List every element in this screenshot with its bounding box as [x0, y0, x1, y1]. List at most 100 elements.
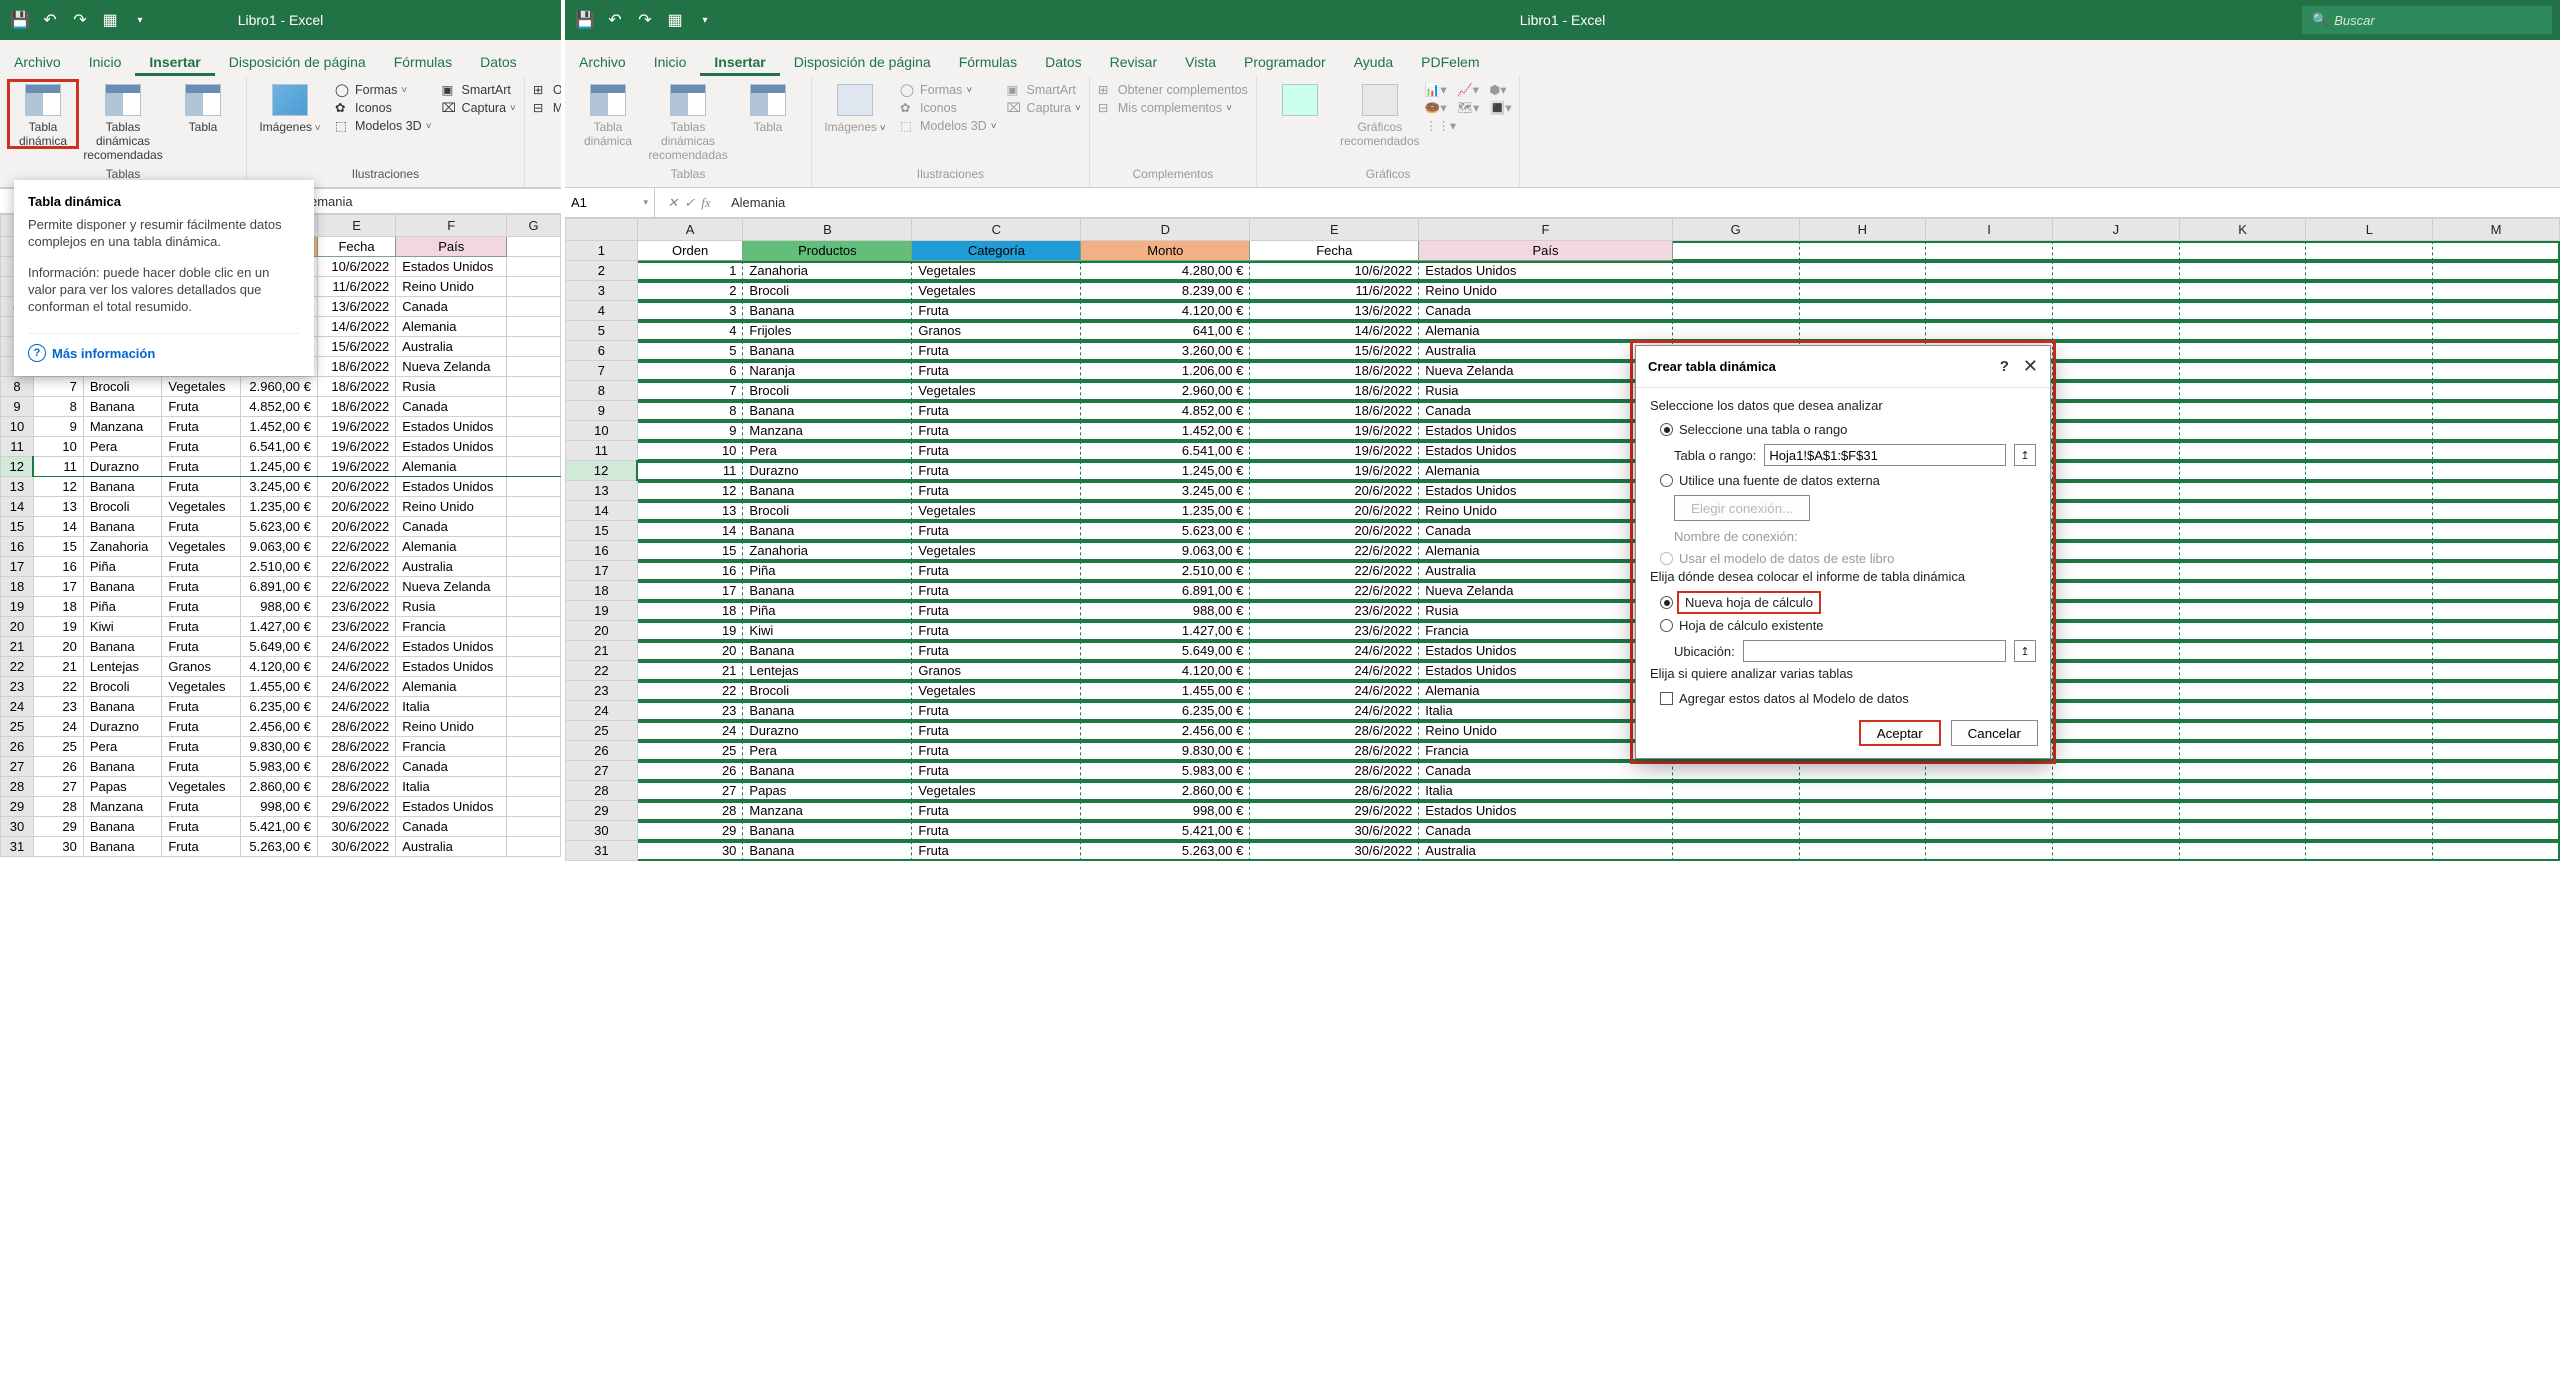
- cell[interactable]: [2179, 701, 2306, 721]
- cell[interactable]: Canada: [1419, 301, 1672, 321]
- cell[interactable]: 23/6/2022: [1250, 621, 1419, 641]
- cell[interactable]: 20/6/2022: [1250, 521, 1419, 541]
- tab-inicio[interactable]: Inicio: [640, 46, 701, 76]
- table-button[interactable]: Tabla: [168, 80, 238, 134]
- tab-datos[interactable]: Datos: [466, 46, 531, 76]
- cell[interactable]: 3.245,00 €: [1081, 481, 1250, 501]
- cell[interactable]: [2306, 801, 2433, 821]
- cell[interactable]: [2052, 661, 2179, 681]
- cell[interactable]: 998,00 €: [1081, 801, 1250, 821]
- cell[interactable]: [2052, 761, 2179, 781]
- cell[interactable]: [1799, 281, 1926, 301]
- cell[interactable]: 19: [637, 621, 743, 641]
- cell[interactable]: [2433, 581, 2560, 601]
- images-button[interactable]: Imágenes: [255, 80, 325, 134]
- row-header[interactable]: 11: [566, 441, 638, 461]
- cell[interactable]: [2179, 341, 2306, 361]
- cell[interactable]: 11/6/2022: [1250, 281, 1419, 301]
- cell[interactable]: Italia: [1419, 781, 1672, 801]
- cell[interactable]: 2.860,00 €: [1081, 781, 1250, 801]
- cell[interactable]: 30: [637, 841, 743, 861]
- cell[interactable]: [2433, 261, 2560, 281]
- cell[interactable]: [2433, 561, 2560, 581]
- cell[interactable]: Fruta: [912, 841, 1081, 861]
- row-header[interactable]: 30: [566, 821, 638, 841]
- screenshot-button[interactable]: ⌧Captura: [442, 100, 516, 116]
- formula-input[interactable]: Alemania: [723, 188, 2560, 217]
- cell[interactable]: 5.263,00 €: [1081, 841, 1250, 861]
- cell[interactable]: [2433, 621, 2560, 641]
- cell[interactable]: [1799, 841, 1926, 861]
- cell[interactable]: Fruta: [912, 341, 1081, 361]
- cell[interactable]: [2179, 381, 2306, 401]
- cell[interactable]: [2052, 421, 2179, 441]
- cell[interactable]: 7: [637, 381, 743, 401]
- cell[interactable]: [2052, 581, 2179, 601]
- cell[interactable]: [2052, 341, 2179, 361]
- cell[interactable]: Brocoli: [743, 281, 912, 301]
- cell[interactable]: [2433, 461, 2560, 481]
- cell[interactable]: [2433, 661, 2560, 681]
- cell[interactable]: 30/6/2022: [1250, 841, 1419, 861]
- tab-fórmulas[interactable]: Fórmulas: [945, 46, 1031, 76]
- cell[interactable]: 17: [637, 581, 743, 601]
- row-header[interactable]: 29: [566, 801, 638, 821]
- cell[interactable]: Fruta: [912, 741, 1081, 761]
- cell[interactable]: 2.510,00 €: [1081, 561, 1250, 581]
- cell[interactable]: [2433, 601, 2560, 621]
- cell[interactable]: 15/6/2022: [1250, 341, 1419, 361]
- cell[interactable]: 29: [637, 821, 743, 841]
- cell[interactable]: Durazno: [743, 461, 912, 481]
- cell[interactable]: 22: [637, 681, 743, 701]
- name-box[interactable]: A1: [565, 188, 655, 217]
- cell[interactable]: [2306, 301, 2433, 321]
- tab-vista[interactable]: Vista: [1171, 46, 1230, 76]
- cell[interactable]: Durazno: [743, 721, 912, 741]
- redo-icon[interactable]: ↷: [633, 8, 657, 32]
- cell[interactable]: Manzana: [743, 801, 912, 821]
- tab-inicio[interactable]: Inicio: [75, 46, 136, 76]
- cell[interactable]: 20: [637, 641, 743, 661]
- cell[interactable]: [1799, 781, 1926, 801]
- row-header[interactable]: 8: [566, 381, 638, 401]
- cell[interactable]: [1672, 821, 1799, 841]
- cell[interactable]: [1926, 301, 2053, 321]
- cell[interactable]: Vegetales: [912, 501, 1081, 521]
- cell[interactable]: 5: [637, 341, 743, 361]
- cell[interactable]: [2306, 581, 2433, 601]
- cell[interactable]: [2306, 461, 2433, 481]
- tab-ayuda[interactable]: Ayuda: [1340, 46, 1407, 76]
- cell[interactable]: [2306, 261, 2433, 281]
- cell[interactable]: [2052, 681, 2179, 701]
- cell[interactable]: Fruta: [912, 561, 1081, 581]
- models3d-button[interactable]: ⬚Modelos 3D: [335, 118, 432, 134]
- cell[interactable]: Manzana: [743, 421, 912, 441]
- cell[interactable]: [2179, 741, 2306, 761]
- cell[interactable]: Canada: [1419, 821, 1672, 841]
- cell[interactable]: Kiwi: [743, 621, 912, 641]
- cell[interactable]: Fruta: [912, 461, 1081, 481]
- row-header[interactable]: 12: [566, 461, 638, 481]
- cell[interactable]: 23: [637, 701, 743, 721]
- cell[interactable]: Fruta: [912, 301, 1081, 321]
- cell[interactable]: 13: [637, 501, 743, 521]
- dialog-title-bar[interactable]: Crear tabla dinámica ? ✕: [1636, 346, 2050, 388]
- header-orden[interactable]: Orden: [637, 241, 743, 261]
- row-header[interactable]: 17: [566, 561, 638, 581]
- row-header[interactable]: 14: [566, 501, 638, 521]
- cell[interactable]: [2179, 801, 2306, 821]
- tab-fórmulas[interactable]: Fórmulas: [380, 46, 466, 76]
- cell[interactable]: [2306, 521, 2433, 541]
- cell[interactable]: [2306, 761, 2433, 781]
- cell[interactable]: [2052, 401, 2179, 421]
- cell[interactable]: [2052, 601, 2179, 621]
- cell[interactable]: Estados Unidos: [1419, 801, 1672, 821]
- cell[interactable]: [1799, 321, 1926, 341]
- cell[interactable]: [2433, 501, 2560, 521]
- cell[interactable]: 641,00 €: [1081, 321, 1250, 341]
- cell[interactable]: Fruta: [912, 421, 1081, 441]
- cell[interactable]: [2433, 321, 2560, 341]
- cell[interactable]: 8.239,00 €: [1081, 281, 1250, 301]
- tab-revisar[interactable]: Revisar: [1096, 46, 1171, 76]
- grid-right[interactable]: ABCDEFGHIJKLM1OrdenProductosCategoríaMon…: [565, 218, 2560, 1374]
